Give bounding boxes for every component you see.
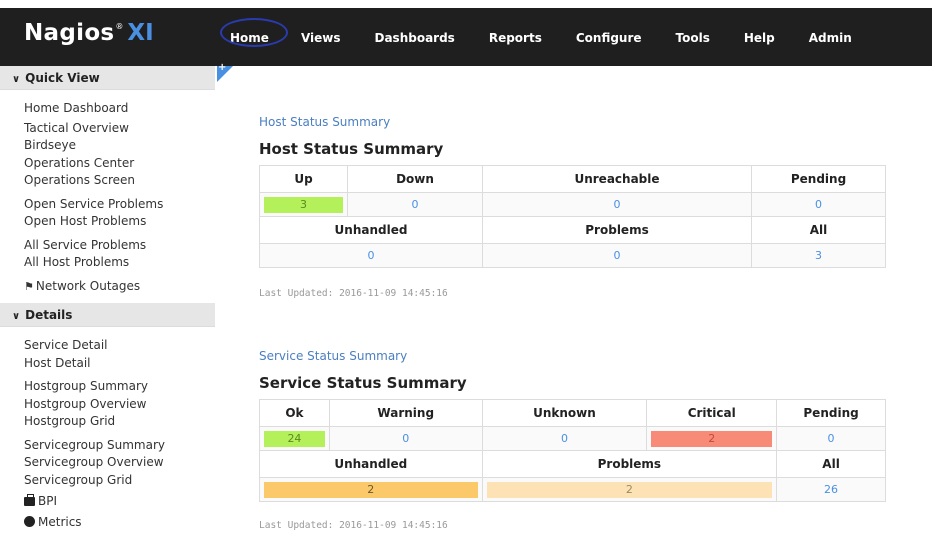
host-summary-title: Host Status Summary [259,140,444,158]
service-problems-cell[interactable]: 2 [481,477,778,502]
sidebar-item-operations-screen[interactable]: Operations Screen [0,172,215,190]
service-last-updated: Last Updated: 2016-11-09 14:45:16 [259,520,448,531]
service-unknown-header: Unknown [481,399,648,427]
host-unreachable-header: Unreachable [482,165,752,193]
sidebar: ∨ Quick View Home Dashboard Tactical Over… [0,66,215,540]
service-status-table: Ok Warning Unknown Critical Pending 24 0… [259,399,886,502]
sidebar-item-all-host-problems[interactable]: All Host Problems [0,254,215,272]
nav-dashboards[interactable]: Dashboards [375,31,455,45]
sidebar-item-operations-center[interactable]: Operations Center [0,155,215,173]
host-unhandled-header: Unhandled [259,216,483,244]
logo-xi-text: XI [127,20,154,46]
nav-reports[interactable]: Reports [489,31,542,45]
service-ok-value[interactable]: 24 [264,430,325,447]
dashboard-icon [24,515,35,527]
service-summary-title: Service Status Summary [259,374,467,392]
sidebar-item-host-detail[interactable]: Host Detail [0,355,215,373]
sidebar-item-servicegroup-grid[interactable]: Servicegroup Grid [0,472,215,490]
service-summary-link[interactable]: Service Status Summary [259,349,407,363]
nav-home[interactable]: Home [220,31,279,45]
sidebar-item-servicegroup-overview[interactable]: Servicegroup Overview [0,454,215,472]
service-unknown-value[interactable]: 0 [481,426,648,451]
service-pending-header: Pending [776,399,886,427]
service-all-header: All [776,450,886,478]
details-header[interactable]: ∨ Details [0,303,215,327]
sidebar-item-hostgroup-overview[interactable]: Hostgroup Overview [0,396,215,414]
host-up-cell[interactable]: 3 [259,192,348,217]
nav-views[interactable]: Views [301,31,341,45]
service-unhandled-cell[interactable]: 2 [259,477,483,502]
host-problems-header: Problems [482,216,752,244]
sidebar-item-open-host-problems[interactable]: Open Host Problems [0,213,215,231]
briefcase-icon [24,494,35,506]
sidebar-item-servicegroup-summary[interactable]: Servicegroup Summary [0,437,215,455]
host-up-header: Up [259,165,348,193]
service-unhandled-header: Unhandled [259,450,483,478]
nav-tools[interactable]: Tools [676,31,710,45]
main-nav: Home Views Dashboards Reports Configure … [220,24,852,52]
host-problems-value[interactable]: 0 [482,243,752,268]
host-summary-link[interactable]: Host Status Summary [259,115,390,129]
plus-icon: + [218,62,227,73]
chevron-down-icon: ∨ [12,74,21,85]
host-pending-value[interactable]: 0 [751,192,886,217]
service-warning-header: Warning [328,399,483,427]
sidebar-item-all-service-problems[interactable]: All Service Problems [0,237,215,255]
page: Nagios ® XI Home Views Dashboards Report… [0,0,932,540]
service-critical-cell[interactable]: 2 [646,426,778,451]
service-ok-header: Ok [259,399,330,427]
sidebar-item-open-service-problems[interactable]: Open Service Problems [0,196,215,214]
service-all-value[interactable]: 26 [776,477,886,502]
quick-view-title: Quick View [25,71,100,85]
top-navbar: Nagios ® XI Home Views Dashboards Report… [0,8,932,66]
host-unhandled-value[interactable]: 0 [259,243,483,268]
flag-icon: ⚑ [24,279,34,293]
service-critical-header: Critical [646,399,778,427]
service-problems-value[interactable]: 2 [486,481,773,498]
bpi-label: BPI [38,494,58,508]
logo-registered-mark: ® [115,22,124,31]
logo-nagios-text: Nagios [24,20,115,46]
host-unreachable-value[interactable]: 0 [482,192,752,217]
sidebar-item-hostgroup-grid[interactable]: Hostgroup Grid [0,413,215,431]
host-pending-header: Pending [751,165,886,193]
nav-admin[interactable]: Admin [809,31,852,45]
sidebar-item-tactical-overview[interactable]: Tactical Overview [0,120,215,138]
sidebar-item-service-detail[interactable]: Service Detail [0,337,215,355]
details-title: Details [25,308,73,322]
service-problems-header: Problems [481,450,778,478]
host-all-header: All [751,216,886,244]
service-critical-value[interactable]: 2 [651,430,773,447]
host-down-value[interactable]: 0 [347,192,483,217]
network-outages-label: Network Outages [35,278,141,293]
service-unhandled-value[interactable]: 2 [264,481,478,498]
nagios-xi-logo[interactable]: Nagios ® XI [24,20,154,50]
quick-view-header[interactable]: ∨ Quick View [0,66,215,90]
host-status-table: Up Down Unreachable Pending 3 0 0 0 Unha… [259,165,886,268]
service-ok-cell[interactable]: 24 [259,426,330,451]
sidebar-item-bpi[interactable]: BPI [0,493,215,511]
host-all-value[interactable]: 3 [751,243,886,268]
service-pending-value[interactable]: 0 [776,426,886,451]
sidebar-item-home-dashboard[interactable]: Home Dashboard [0,100,215,118]
host-last-updated: Last Updated: 2016-11-09 14:45:16 [259,288,448,299]
host-down-header: Down [347,165,483,193]
metrics-label: Metrics [38,514,82,529]
sidebar-item-hostgroup-summary[interactable]: Hostgroup Summary [0,378,215,396]
host-up-value[interactable]: 3 [264,196,343,213]
sidebar-item-network-outages[interactable]: ⚑ Network Outages [0,278,215,296]
sidebar-item-metrics[interactable]: Metrics [0,514,215,532]
chevron-down-icon: ∨ [12,311,21,322]
service-warning-value[interactable]: 0 [328,426,483,451]
sidebar-item-birdseye[interactable]: Birdseye [0,137,215,155]
nav-configure[interactable]: Configure [576,31,642,45]
nav-help[interactable]: Help [744,31,775,45]
